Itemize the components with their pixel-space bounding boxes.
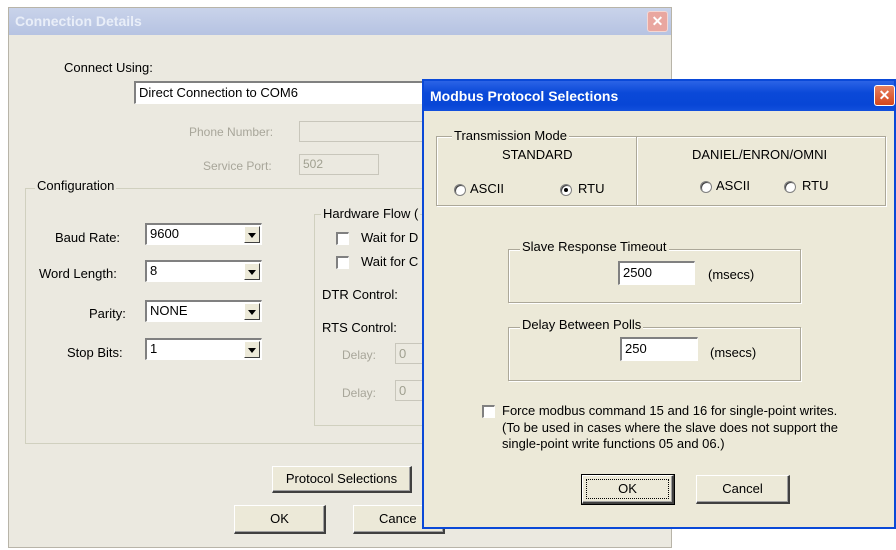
standard-rtu-radio[interactable] (560, 184, 572, 196)
service-port-field[interactable]: 502 (299, 154, 379, 175)
slave-timeout-unit: (msecs) (708, 267, 755, 282)
modbus-titlebar[interactable]: Modbus Protocol Selections (424, 81, 894, 111)
word-length-label: Word Length: (39, 266, 117, 281)
transmission-divider (636, 137, 637, 205)
hardware-flow-legend: Hardware Flow ( (321, 206, 421, 221)
modbus-cancel-label: Cancel (722, 481, 763, 496)
stop-bits-value: 1 (150, 341, 158, 356)
delay-polls-unit: (msecs) (710, 345, 757, 360)
standard-ascii-radio[interactable] (454, 184, 466, 196)
force-modbus-note-2: single-point write functions 05 and 06.) (502, 436, 725, 451)
slave-timeout-value: 2500 (623, 265, 652, 280)
modbus-ok-button[interactable]: OK (581, 474, 675, 505)
stop-bits-label: Stop Bits: (67, 345, 123, 360)
connect-using-label: Connect Using: (64, 60, 153, 75)
baud-rate-value: 9600 (150, 226, 179, 241)
connection-details-title: Connection Details (15, 13, 142, 29)
protocol-selections-button[interactable]: Protocol Selections (272, 466, 412, 493)
connection-ok-label: OK (270, 511, 289, 526)
baud-rate-select[interactable]: 9600 (145, 223, 262, 245)
rts-control-label: RTS Control: (322, 320, 397, 335)
word-length-value: 8 (150, 263, 158, 278)
daniel-rtu-radio[interactable] (784, 181, 796, 193)
chevron-down-icon[interactable] (244, 226, 260, 243)
modbus-cancel-button[interactable]: Cancel (696, 475, 790, 504)
connection-ok-button[interactable]: OK (234, 505, 326, 534)
dtr-control-label: DTR Control: (322, 287, 398, 302)
slave-timeout-legend: Slave Response Timeout (520, 239, 669, 254)
wait-d-checkbox[interactable] (336, 232, 349, 245)
force-modbus-checkbox[interactable] (482, 405, 495, 418)
service-port-label: Service Port: (203, 159, 272, 173)
transmission-mode-legend: Transmission Mode (452, 128, 569, 143)
phone-number-field[interactable] (299, 121, 429, 142)
daniel-label: DANIEL/ENRON/OMNI (692, 147, 828, 162)
stop-bits-select[interactable]: 1 (145, 338, 262, 360)
connection-cancel-label: Cance (379, 511, 417, 526)
wait-c-checkbox[interactable] (336, 256, 349, 269)
wait-c-label: Wait for C (361, 254, 419, 269)
standard-rtu-label: RTU (578, 181, 605, 196)
close-icon[interactable]: ✕ (874, 85, 895, 106)
word-length-select[interactable]: 8 (145, 260, 262, 282)
parity-select[interactable]: NONE (145, 300, 262, 322)
delay2-value: 0 (399, 383, 407, 398)
parity-value: NONE (150, 303, 188, 318)
standard-ascii-label: ASCII (470, 181, 504, 196)
service-port-value: 502 (303, 157, 324, 171)
parity-label: Parity: (89, 306, 126, 321)
protocol-selections-label: Protocol Selections (285, 471, 398, 486)
delay-polls-value: 250 (625, 341, 647, 356)
wait-d-label: Wait for D (361, 230, 419, 245)
daniel-ascii-radio[interactable] (700, 181, 712, 193)
delay1-label: Delay: (342, 348, 377, 362)
force-modbus-note-1: (To be used in cases where the slave doe… (502, 420, 839, 435)
delay1-value: 0 (399, 346, 407, 361)
daniel-rtu-label: RTU (802, 178, 829, 193)
delay-polls-input[interactable]: 250 (620, 337, 698, 361)
focus-rect (586, 479, 669, 499)
connection-details-titlebar[interactable]: Connection Details (9, 8, 671, 35)
force-modbus-label: Force modbus command 15 and 16 for singl… (502, 403, 838, 418)
chevron-down-icon[interactable] (244, 341, 260, 358)
chevron-down-icon[interactable] (244, 303, 260, 320)
phone-number-label: Phone Number: (189, 125, 274, 139)
delay2-label: Delay: (342, 386, 377, 400)
close-icon[interactable]: ✕ (647, 11, 668, 32)
slave-timeout-input[interactable]: 2500 (618, 261, 695, 285)
chevron-down-icon[interactable] (244, 263, 260, 280)
connect-using-value: Direct Connection to COM6 (139, 85, 298, 100)
modbus-protocol-dialog: Modbus Protocol Selections ✕ Transmissio… (422, 79, 896, 529)
modbus-title: Modbus Protocol Selections (430, 88, 619, 104)
baud-rate-label: Baud Rate: (55, 230, 121, 245)
standard-label: STANDARD (502, 147, 573, 162)
configuration-legend: Configuration (35, 178, 117, 193)
delay-polls-legend: Delay Between Polls (520, 317, 644, 332)
connect-using-field[interactable]: Direct Connection to COM6 (134, 81, 434, 104)
daniel-ascii-label: ASCII (716, 178, 750, 193)
